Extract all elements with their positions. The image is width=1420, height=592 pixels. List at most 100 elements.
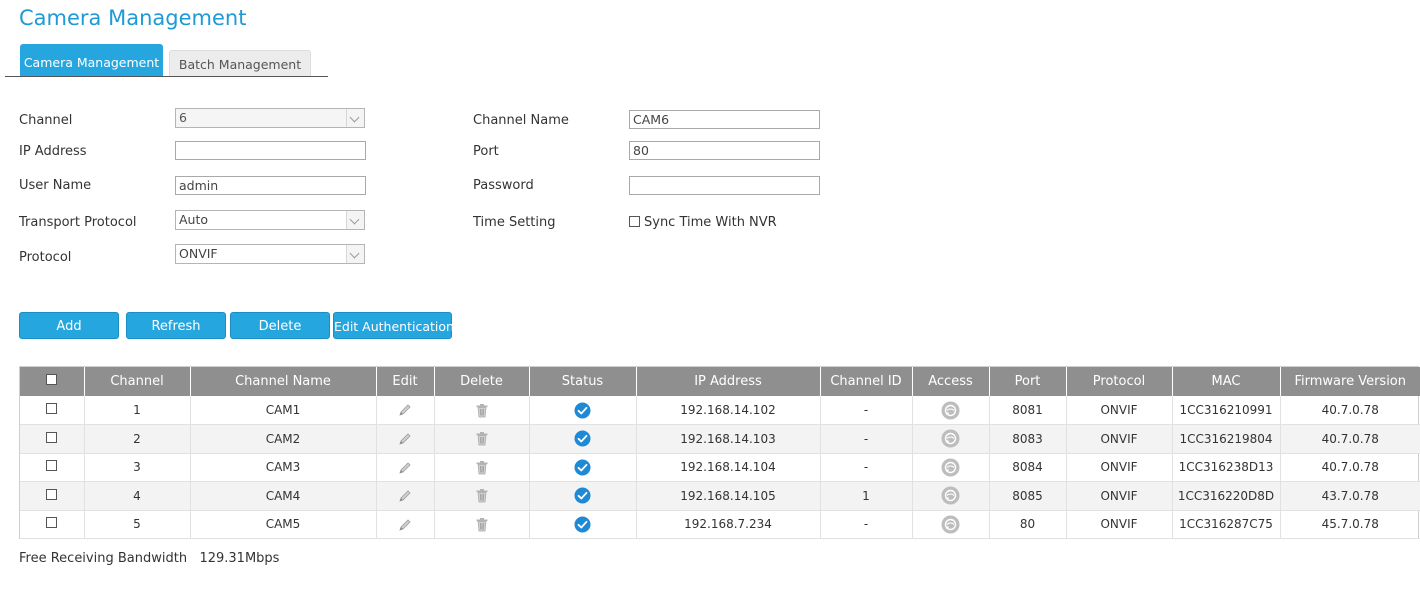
access-button[interactable] [912, 396, 990, 425]
edit-authentication-button[interactable]: Edit Authentication [333, 312, 454, 339]
edit-button[interactable] [376, 510, 435, 539]
checkbox-icon [629, 216, 640, 227]
trash-icon [475, 517, 489, 532]
bandwidth-info: Free Receiving Bandwidth 129.31Mbps [19, 551, 279, 566]
trash-icon [475, 403, 489, 417]
cell-channel: 3 [84, 453, 191, 482]
sync-time-checkbox[interactable] [629, 216, 641, 228]
delete-row-button[interactable] [434, 424, 530, 454]
checkbox-icon [46, 517, 58, 529]
delete-button[interactable]: Delete [230, 312, 330, 339]
pencil-icon [398, 489, 412, 503]
password-input[interactable] [629, 176, 820, 195]
header-select-all[interactable] [20, 367, 85, 396]
cell-channel-name: CAM2 [190, 424, 377, 454]
trash-icon [475, 460, 489, 475]
access-button[interactable] [912, 424, 990, 454]
checkbox-icon [46, 403, 58, 414]
row-select-checkbox[interactable] [20, 481, 85, 511]
transport-protocol-select[interactable]: Auto [175, 210, 365, 230]
cell-channel-name: CAM5 [190, 510, 377, 539]
cell-protocol: ONVIF [1066, 424, 1173, 454]
cell-firmware-version: 45.7.0.78 [1280, 510, 1420, 539]
cell-channel: 4 [84, 481, 191, 511]
cell-status [529, 424, 637, 454]
access-button[interactable] [912, 481, 990, 511]
cell-status [529, 453, 637, 482]
globe-icon [941, 515, 960, 534]
delete-row-button[interactable] [434, 453, 530, 482]
edit-button[interactable] [376, 481, 435, 511]
user-name-label: User Name [19, 178, 92, 193]
add-button[interactable]: Add [19, 312, 119, 339]
globe-icon [941, 486, 960, 505]
page-title: Camera Management [19, 6, 247, 30]
chevron-down-icon [346, 211, 364, 229]
table-row[interactable]: 1 CAM1 192.168.14.102- 8081 ONVIF 1CC31621099… [20, 396, 1420, 425]
sync-time-label: Sync Time With NVR [644, 215, 777, 230]
table-row[interactable]: 5 CAM5 192.168.7.234- 80 ONVIF 1CC316287C75 45… [20, 510, 1420, 539]
delete-row-button[interactable] [434, 396, 530, 425]
delete-row-button[interactable] [434, 510, 530, 539]
channel-label: Channel [19, 113, 73, 128]
port-input[interactable]: 80 [629, 141, 820, 160]
cell-mac: 1CC316220D8D [1172, 481, 1281, 511]
check-circle-icon [574, 430, 591, 447]
user-name-input[interactable]: admin [175, 176, 366, 195]
edit-button[interactable] [376, 424, 435, 454]
tab-batch-management[interactable]: Batch Management [169, 50, 311, 76]
cell-channel-id: 1 [820, 481, 913, 511]
refresh-button[interactable]: Refresh [126, 312, 226, 339]
channel-select[interactable]: 6 [175, 108, 365, 128]
checkbox-icon [46, 431, 58, 443]
cell-port: 8083 [989, 424, 1067, 454]
access-button[interactable] [912, 453, 990, 482]
cell-firmware-version: 43.7.0.78 [1280, 481, 1420, 511]
cell-channel-id: - [820, 510, 913, 539]
bandwidth-value: 129.31Mbps [199, 551, 280, 566]
globe-icon [941, 458, 960, 477]
table-row[interactable]: 2 CAM2 192.168.14.103- 8083 ONVIF 1CC31621980… [20, 424, 1420, 454]
pencil-icon [398, 460, 412, 474]
port-label: Port [473, 144, 499, 159]
checkbox-icon [46, 374, 58, 385]
cell-status [529, 396, 637, 425]
cell-channel: 1 [84, 396, 191, 425]
channel-name-input[interactable]: CAM6 [629, 110, 820, 129]
transport-protocol-label: Transport Protocol [19, 215, 137, 230]
tab-camera-management[interactable]: Camera Management [20, 44, 163, 76]
check-circle-icon [574, 459, 591, 476]
table-row[interactable]: 3 CAM3 192.168.14.104- 8084 ONVIF 1CC316238D1… [20, 453, 1420, 482]
table-row[interactable]: 4 CAM4 192.168.14.105 1 8085 ONVIF 1CC316220D8… [20, 481, 1420, 511]
row-select-checkbox[interactable] [20, 453, 85, 482]
cell-mac: 1CC316238D13 [1172, 453, 1281, 482]
cell-mac: 1CC316210991 [1172, 396, 1281, 425]
edit-button[interactable] [376, 396, 435, 425]
header-port: Port [989, 367, 1067, 396]
row-select-checkbox[interactable] [20, 510, 85, 539]
table-header-row: Channel Channel Name Edit Delete Status … [20, 367, 1420, 396]
cell-channel-name: CAM4 [190, 481, 377, 511]
transport-protocol-value: Auto [179, 212, 209, 227]
protocol-select[interactable]: ONVIF [175, 244, 365, 264]
edit-button[interactable] [376, 453, 435, 482]
header-channel: Channel [84, 367, 191, 396]
cell-port: 80 [989, 510, 1067, 539]
header-ip-address: IP Address [636, 367, 821, 396]
access-button[interactable] [912, 510, 990, 539]
delete-row-button[interactable] [434, 481, 530, 511]
ip-address-input[interactable] [175, 141, 366, 160]
row-select-checkbox[interactable] [20, 424, 85, 454]
trash-icon [475, 488, 489, 503]
protocol-value: ONVIF [179, 246, 218, 261]
cell-ip-address: 192.168.14.102 [636, 396, 821, 425]
cell-mac: 1CC316287C75 [1172, 510, 1281, 539]
cell-ip-address: 192.168.14.103 [636, 424, 821, 454]
header-status: Status [529, 367, 637, 396]
channel-name-label: Channel Name [473, 113, 569, 128]
cell-ip-address: 192.168.7.234 [636, 510, 821, 539]
pencil-icon [398, 517, 412, 531]
row-select-checkbox[interactable] [20, 396, 85, 425]
cell-firmware-version: 40.7.0.78 [1280, 453, 1420, 482]
checkbox-icon [46, 460, 58, 472]
